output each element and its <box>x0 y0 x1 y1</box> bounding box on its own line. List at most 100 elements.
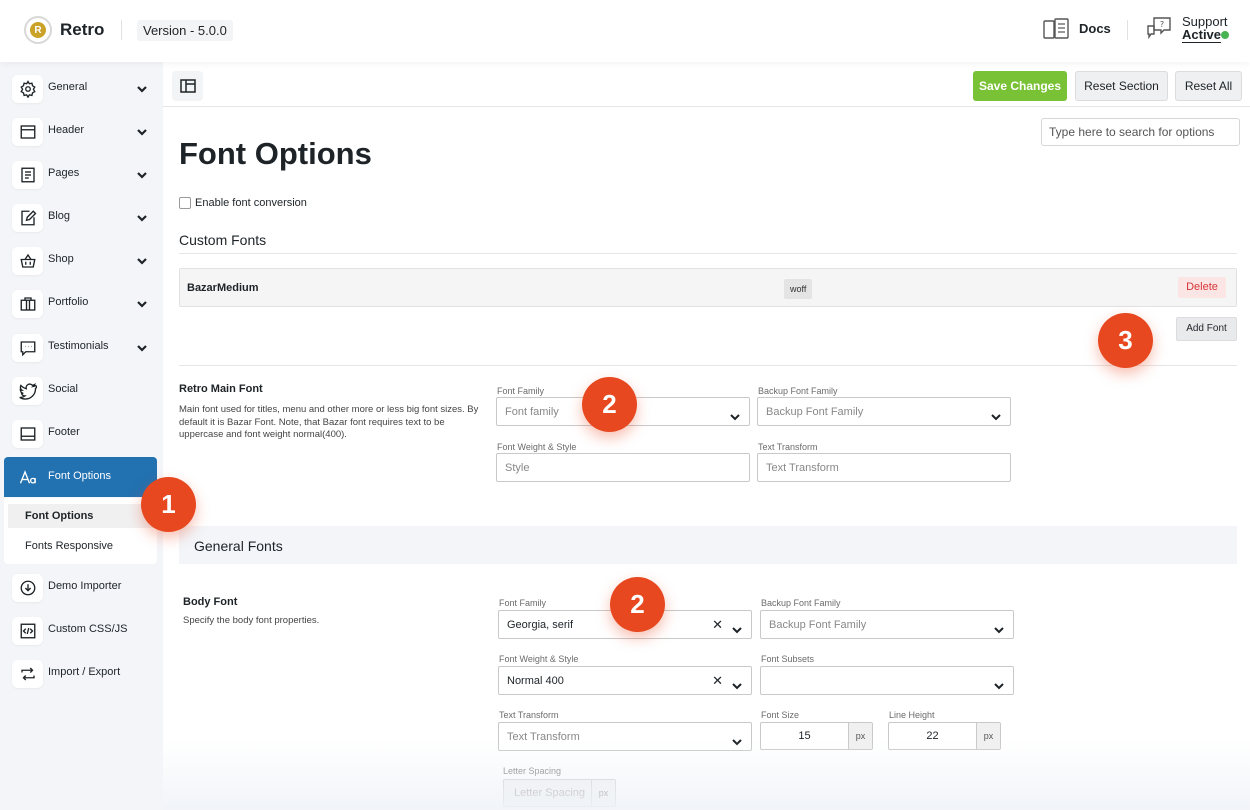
chevron-down-icon <box>732 677 742 690</box>
docs-icon[interactable] <box>1043 18 1069 40</box>
chevron-down-icon <box>994 677 1004 690</box>
main-font-title: Retro Main Font <box>179 383 263 395</box>
chat-icon <box>12 334 43 362</box>
main-font-weight-input[interactable]: Style <box>496 453 750 482</box>
font-type-badge: woff <box>784 279 813 299</box>
sidebar-item-label: Header <box>48 124 85 136</box>
chevron-down-icon <box>991 408 1001 421</box>
support-icon[interactable]: ? <box>1146 17 1172 41</box>
chevron-down-icon <box>994 621 1004 634</box>
divider <box>179 253 1237 254</box>
sidebar-item-label: Shop <box>48 253 74 265</box>
field-label: Font Subsets <box>761 654 815 664</box>
sidebar-item-label: Footer <box>48 426 80 438</box>
docs-link[interactable]: Docs <box>1079 21 1111 36</box>
input-placeholder: Text Transform <box>766 462 839 474</box>
select-placeholder: Font family <box>505 406 559 418</box>
chevron-down-icon <box>730 408 740 421</box>
divider <box>121 20 122 40</box>
delete-font-button[interactable]: Delete <box>1178 277 1226 298</box>
body-backup-font-select[interactable]: Backup Font Family <box>760 610 1014 639</box>
font-name: BazarMedium <box>187 282 259 294</box>
sidebar-item-custom-css-js[interactable]: Custom CSS/JS <box>4 610 157 650</box>
brand-name: Retro <box>60 20 105 39</box>
add-font-button[interactable]: Add Font <box>1176 317 1237 341</box>
reset-all-button[interactable]: Reset All <box>1175 71 1242 101</box>
font-size-input[interactable]: 15 px <box>760 722 873 750</box>
chevron-down-icon <box>136 254 148 266</box>
field-label: Font Weight & Style <box>497 442 577 452</box>
logo-mark: R <box>30 22 46 38</box>
sidebar-item-label: Blog <box>48 210 71 222</box>
custom-font-row: BazarMedium woff Delete <box>179 268 1237 307</box>
body-font-title: Body Font <box>183 596 238 608</box>
line-height-input[interactable]: 22 px <box>888 722 1001 750</box>
unit-label: px <box>591 780 615 806</box>
sidebar-item-pages[interactable]: Pages <box>4 154 157 194</box>
toggle-sidebar-button[interactable] <box>172 71 203 101</box>
twitter-icon <box>12 377 43 405</box>
code-icon <box>12 617 43 645</box>
logo[interactable]: R <box>24 16 52 44</box>
sidebar-item-portfolio[interactable]: Portfolio <box>4 283 157 323</box>
field-label: Line Height <box>889 710 935 720</box>
svg-text:?: ? <box>1160 20 1164 29</box>
sidebar-item-blog[interactable]: Blog <box>4 197 157 237</box>
sidebar-item-label: Custom CSS/JS <box>48 623 128 635</box>
select-placeholder: Backup Font Family <box>766 406 864 418</box>
save-changes-button[interactable]: Save Changes <box>973 71 1067 101</box>
field-label: Backup Font Family <box>761 598 841 608</box>
sidebar-item-demo-importer[interactable]: Demo Importer <box>4 567 157 607</box>
sidebar-item-import-export[interactable]: Import / Export <box>4 653 157 693</box>
body-font-subsets-select[interactable] <box>760 666 1014 695</box>
sidebar-item-testimonials[interactable]: Testimonials <box>4 327 157 367</box>
sidebar-item-label: Portfolio <box>48 296 89 308</box>
body-font-weight-select[interactable]: Normal 400 ✕ <box>498 666 752 695</box>
sidebar-item-shop[interactable]: Shop <box>4 240 157 280</box>
search-input[interactable] <box>1041 118 1240 146</box>
gear-icon <box>12 75 43 103</box>
divider <box>163 106 1250 107</box>
main-text-transform-input[interactable]: Text Transform <box>757 453 1011 482</box>
input-placeholder: Letter Spacing <box>514 787 585 799</box>
field-label: Letter Spacing <box>503 766 562 776</box>
callout-badge: 2 <box>582 377 637 432</box>
checkbox-label: Enable font conversion <box>195 197 307 209</box>
sidebar-item-footer[interactable]: Footer <box>4 413 157 453</box>
chevron-down-icon <box>732 621 742 634</box>
body-text-transform-select[interactable]: Text Transform <box>498 722 752 751</box>
sidebar-item-label: General <box>48 81 88 93</box>
sidebar-item-social[interactable]: Social <box>4 370 157 410</box>
submenu-item-font-options[interactable]: Font Options <box>8 504 157 528</box>
sidebar-item-general[interactable]: General <box>4 68 157 108</box>
chevron-down-icon <box>136 341 148 353</box>
line-height-value: 22 <box>926 730 939 742</box>
select-value: Normal 400 <box>507 675 564 687</box>
sidebar-item-font-options[interactable]: Font Options <box>4 457 157 497</box>
window-icon <box>12 118 43 146</box>
reset-section-button[interactable]: Reset Section <box>1075 71 1168 101</box>
field-label: Font Family <box>497 386 545 396</box>
top-bar: R Retro Version - 5.0.0 Docs ? Support A… <box>0 0 1250 62</box>
layout-icon <box>179 79 196 93</box>
font-size-value: 15 <box>798 730 811 742</box>
unit-label: px <box>848 723 872 749</box>
select-placeholder: Backup Font Family <box>769 619 867 631</box>
letter-spacing-input[interactable]: Letter Spacing px <box>503 779 616 807</box>
sidebar-item-label: Testimonials <box>48 340 109 352</box>
font-icon <box>12 464 43 492</box>
portfolio-icon <box>12 290 43 318</box>
font-options-submenu: Font Options Fonts Responsive <box>4 498 157 564</box>
swap-icon <box>12 660 43 688</box>
submenu-item-fonts-responsive[interactable]: Fonts Responsive <box>25 540 113 552</box>
main-backup-font-select[interactable]: Backup Font Family <box>757 397 1011 426</box>
clear-icon[interactable]: ✕ <box>712 618 723 631</box>
sidebar-item-header[interactable]: Header <box>4 111 157 151</box>
enable-font-conversion-checkbox[interactable] <box>179 197 191 209</box>
select-placeholder: Text Transform <box>507 731 580 743</box>
callout-badge: 1 <box>141 477 196 532</box>
unit-label: px <box>976 723 1000 749</box>
clear-icon[interactable]: ✕ <box>712 674 723 687</box>
callout-badge: 2 <box>610 577 665 632</box>
chevron-down-icon <box>136 82 148 94</box>
